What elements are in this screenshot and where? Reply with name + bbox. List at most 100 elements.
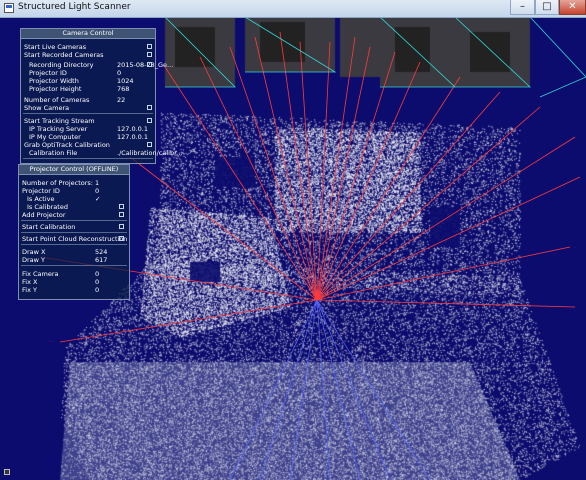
- camera-frustum: [379, 17, 457, 88]
- panel-row[interactable]: Projector ID 0: [19, 187, 129, 195]
- projection-ray: [316, 246, 571, 301]
- checkbox[interactable]: [147, 62, 152, 67]
- projection-ray: [316, 61, 421, 301]
- projection-ray: [229, 46, 318, 301]
- checkbox[interactable]: [119, 212, 124, 217]
- projection-ray: [199, 56, 318, 301]
- 3d-viewport[interactable]: Camera Control Start Live Cameras Start R…: [0, 17, 586, 480]
- row-label: Projector Height: [29, 85, 82, 93]
- camera-control-title[interactable]: Camera Control: [21, 29, 155, 39]
- projection-ray: [299, 41, 318, 301]
- separator: [21, 220, 127, 221]
- checkbox[interactable]: [119, 204, 124, 209]
- separator: [23, 113, 153, 114]
- checkbox[interactable]: [119, 236, 124, 241]
- row-label: Fix Y: [22, 286, 37, 294]
- separator: [23, 158, 153, 159]
- projection-ray: [316, 136, 576, 301]
- panel-row[interactable]: Show Camera: [21, 104, 155, 112]
- projection-ray: [316, 91, 501, 301]
- minimize-button[interactable]: –: [510, 0, 535, 15]
- panel-row[interactable]: Is Calibrated: [19, 203, 129, 211]
- row-value: 1024: [117, 77, 134, 85]
- row-label: Fix X: [22, 278, 38, 286]
- camera-ray: [229, 299, 318, 480]
- separator: [21, 244, 127, 245]
- row-label: Add Projector: [22, 211, 66, 219]
- row-value: 524: [95, 248, 108, 256]
- row-label: Recording Directory: [29, 61, 94, 69]
- row-value: 127.0.0.1: [117, 125, 149, 133]
- camera-frustum: [164, 17, 236, 88]
- window-title: Structured Light Scanner: [18, 2, 131, 12]
- projection-ray: [316, 41, 331, 301]
- projector-control-panel: Projector Control (OFFLINE) Number of Pr…: [18, 164, 130, 300]
- row-value: 2015-08-28_Ge...: [117, 61, 174, 69]
- panel-row[interactable]: Start Tracking Stream: [21, 117, 155, 125]
- panel-row[interactable]: Draw Y 617: [19, 256, 129, 264]
- panel-row[interactable]: Start Point Cloud Reconstruction: [19, 235, 129, 243]
- projector-control-title[interactable]: Projector Control (OFFLINE): [19, 165, 129, 175]
- panel-row[interactable]: Projector Height 768: [21, 85, 155, 93]
- row-value: 0: [95, 278, 100, 286]
- panel-row[interactable]: Fix Y 0: [19, 286, 129, 294]
- projection-ray: [129, 156, 318, 301]
- close-button[interactable]: ✕: [559, 0, 586, 15]
- row-label: Grab OptiTrack Calibration: [24, 141, 110, 149]
- panel-row[interactable]: Fix X 0: [19, 278, 129, 286]
- checkbox[interactable]: [147, 118, 152, 123]
- panel-row[interactable]: Projector ID 0: [21, 69, 155, 77]
- projection-ray: [316, 106, 541, 301]
- row-label: Start Live Cameras: [24, 43, 87, 51]
- panel-row[interactable]: Start Recorded Cameras: [21, 51, 155, 59]
- separator: [21, 265, 127, 266]
- row-value: ✓: [95, 195, 101, 203]
- checkbox[interactable]: [147, 142, 152, 147]
- row-label: IP My Computer: [29, 133, 81, 141]
- row-value: 768: [117, 85, 130, 93]
- panel-row[interactable]: Draw X 524: [19, 248, 129, 256]
- row-value: 617: [95, 256, 108, 264]
- panel-row[interactable]: Start Live Cameras: [21, 43, 155, 51]
- app-icon: [4, 3, 14, 13]
- camera-control-panel: Camera Control Start Live Cameras Start R…: [20, 28, 182, 164]
- panel-row[interactable]: Number of Projectors: 1: [19, 179, 129, 187]
- row-label: Draw X: [22, 248, 46, 256]
- row-value: 127.0.0.1: [117, 133, 149, 141]
- projection-ray: [316, 299, 576, 308]
- panel-row[interactable]: Is Active ✓: [19, 195, 129, 203]
- panel-row[interactable]: IP My Computer 127.0.0.1: [21, 133, 155, 141]
- panel-row[interactable]: IP Tracking Server 127.0.0.1: [21, 125, 155, 133]
- projection-ray: [316, 36, 356, 301]
- panel-row[interactable]: Calibration File ./Calibration/calibr...: [21, 149, 182, 157]
- row-label: Number of Projectors:: [22, 179, 93, 187]
- title-bar[interactable]: Structured Light Scanner – □ ✕: [0, 0, 586, 18]
- panel-row[interactable]: Grab OptiTrack Calibration: [21, 141, 155, 149]
- camera-ray: [259, 299, 318, 480]
- row-value: 0: [95, 286, 100, 294]
- minimize-icon: –: [520, 1, 525, 12]
- row-label: Start Recorded Cameras: [24, 51, 104, 59]
- row-value: 0: [95, 187, 100, 195]
- row-label: Start Point Cloud Reconstruction: [22, 235, 128, 243]
- panel-row[interactable]: Recording Directory 2015-08-28_Ge...: [21, 61, 173, 69]
- row-label: Start Calibration: [22, 223, 76, 231]
- panel-row[interactable]: Projector Width 1024: [21, 77, 155, 85]
- checkbox[interactable]: [147, 105, 152, 110]
- row-value: ./Calibration/calibr...: [117, 149, 183, 157]
- status-icon: [4, 469, 10, 475]
- row-value: 1: [95, 179, 100, 187]
- row-label: Fix Camera: [22, 270, 59, 278]
- panel-row[interactable]: Start Calibration: [19, 223, 129, 231]
- maximize-button[interactable]: □: [535, 0, 559, 15]
- projection-ray: [164, 66, 318, 301]
- checkbox[interactable]: [147, 52, 152, 57]
- panel-row[interactable]: Fix Camera 0: [19, 270, 129, 278]
- row-label: Start Tracking Stream: [24, 117, 95, 125]
- panel-row[interactable]: Add Projector: [19, 211, 129, 219]
- panel-row[interactable]: Number of Cameras 22: [21, 96, 155, 104]
- projection-ray: [316, 46, 371, 301]
- checkbox[interactable]: [119, 224, 124, 229]
- row-value: 22: [117, 96, 126, 104]
- checkbox[interactable]: [147, 44, 152, 49]
